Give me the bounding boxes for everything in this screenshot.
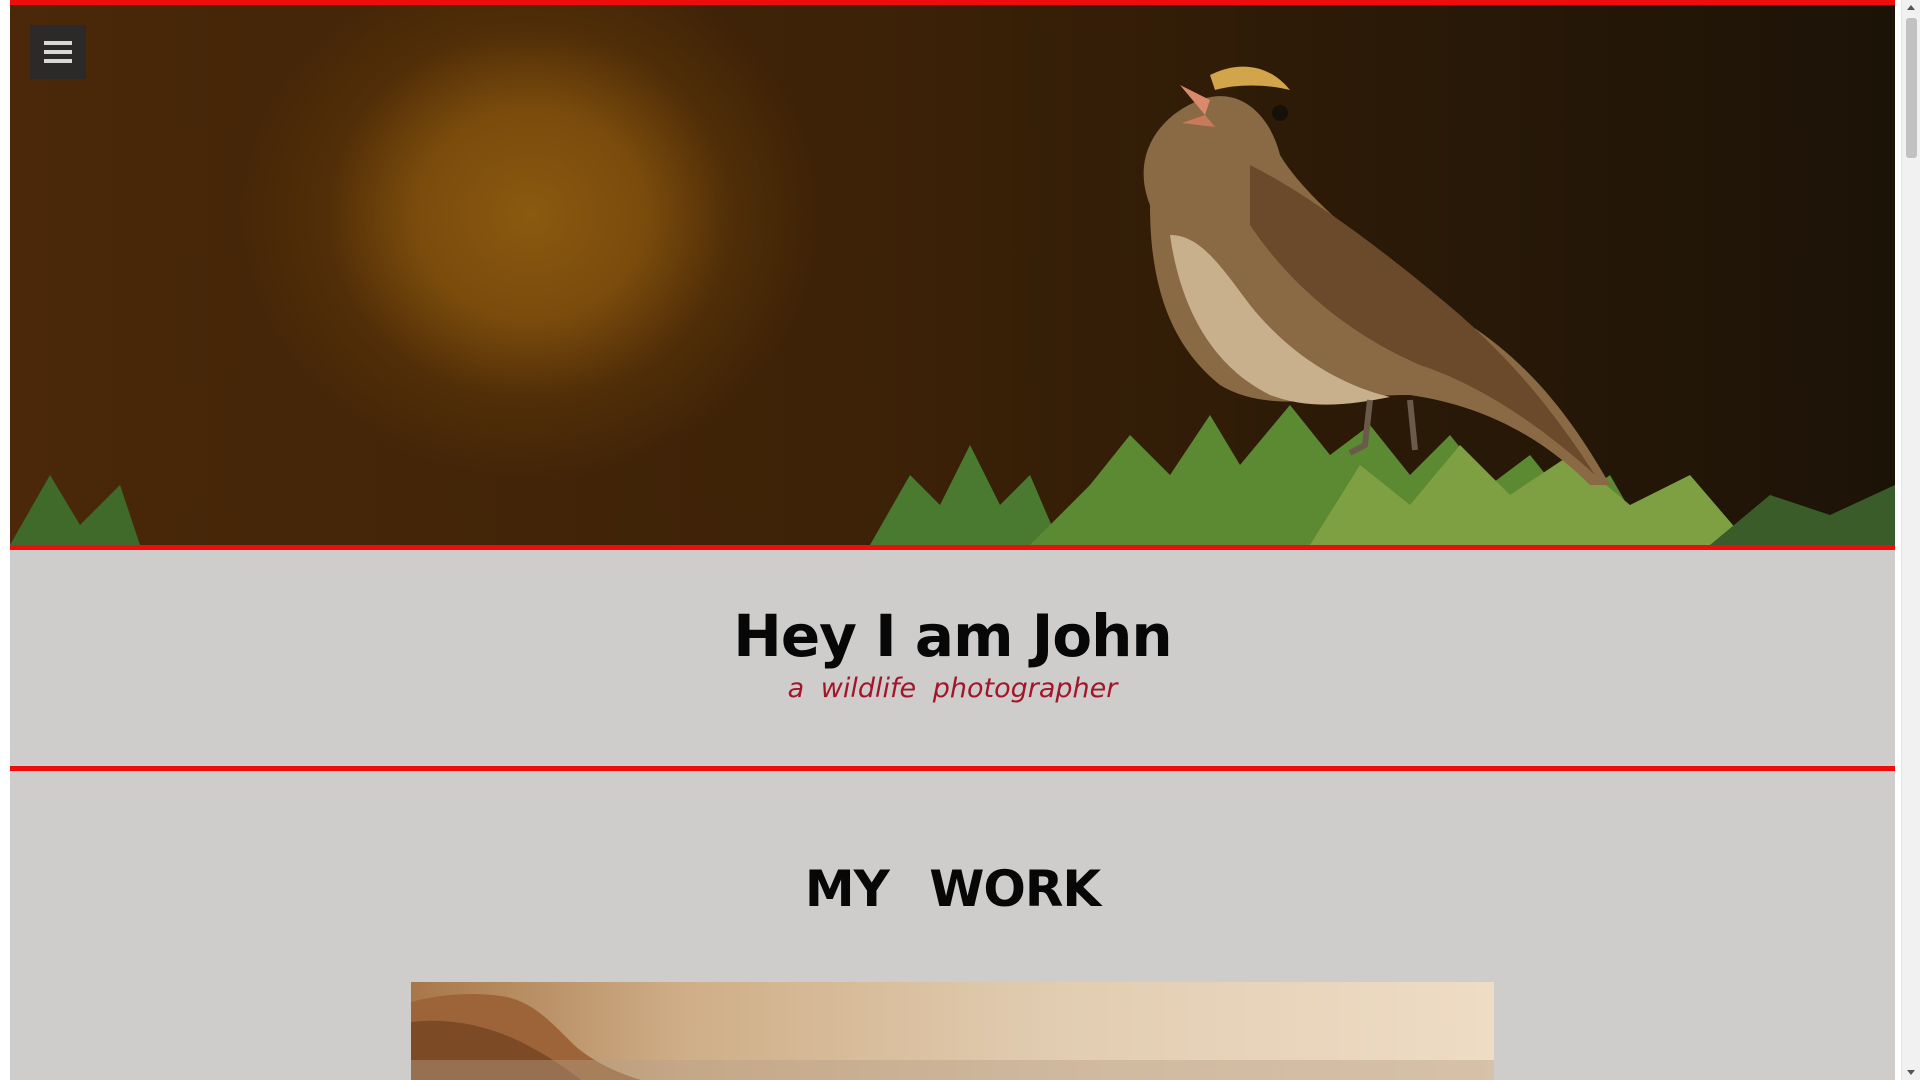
work-photo-coastline[interactable] — [411, 982, 1494, 1080]
tagline: a wildlife photographer — [787, 672, 1118, 704]
page-scrollbar[interactable] — [1901, 0, 1920, 1080]
page-title: Hey I am John — [733, 602, 1172, 670]
cliff-image — [411, 994, 1494, 1080]
menu-bar — [44, 50, 72, 54]
menu-bar — [44, 41, 72, 45]
scrollbar-thumb[interactable] — [1906, 18, 1917, 158]
page: Hey I am John a wildlife photographer MY… — [10, 0, 1895, 1080]
scroll-down-arrow-icon[interactable] — [1907, 1070, 1915, 1075]
hero-banner — [10, 0, 1895, 550]
intro-section: Hey I am John a wildlife photographer — [10, 550, 1895, 771]
hero-bird-image — [10, 66, 1895, 545]
menu-bar — [44, 59, 72, 63]
scroll-up-arrow-icon[interactable] — [1907, 5, 1915, 10]
work-heading: MY WORK — [804, 860, 1101, 918]
hamburger-menu-icon[interactable] — [30, 25, 86, 79]
